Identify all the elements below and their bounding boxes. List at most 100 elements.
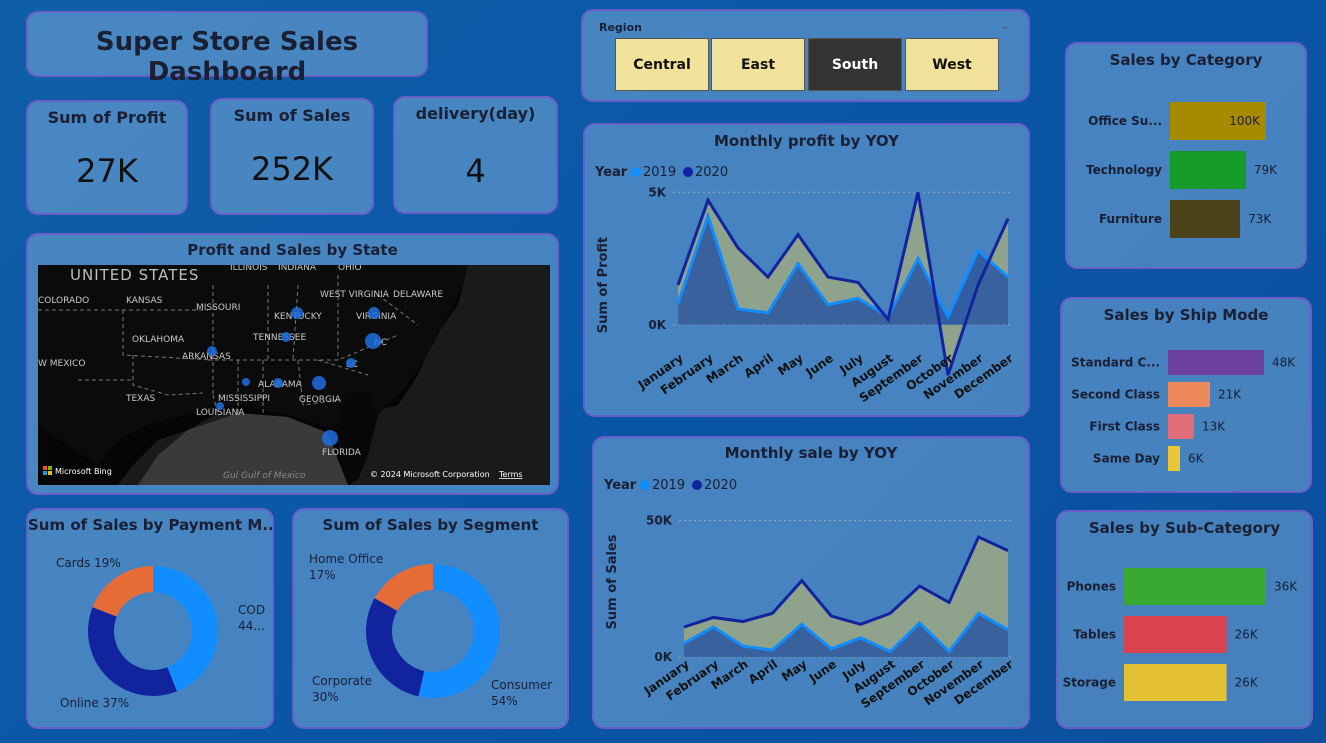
kpi-sales-label: Sum of Sales (233, 106, 351, 125)
pie-label: 30% (312, 690, 339, 704)
map-state-label: TENNESSEE (252, 333, 306, 343)
bar-category-label: Standard C... (1071, 356, 1160, 370)
page-title: Super Store Sales Dashboard (95, 27, 359, 87)
category-chart-svg: Office Su... 100K Technology 79K Furniture 73… (1086, 102, 1278, 238)
map-terms-link[interactable]: Terms (498, 470, 523, 479)
payment-chart-svg: COD 44... Online 37% Cards 19% (56, 556, 265, 710)
legend-item[interactable]: 2020 (704, 478, 737, 493)
map-state-label: ILLINOIS (230, 265, 268, 273)
bar[interactable] (1168, 414, 1194, 439)
bar-value-label: 36K (1274, 580, 1298, 594)
map-state-label: WEST VIRGINIA (320, 290, 390, 300)
region-slicer: Region ⌄ Central East South West (581, 9, 1030, 102)
bar[interactable] (1170, 151, 1246, 189)
bar-value-label: 21K (1218, 388, 1242, 402)
map-state-label: ARKANSAS (182, 352, 231, 362)
pie-slice[interactable] (88, 607, 177, 696)
bar-value-label: 6K (1188, 452, 1205, 466)
chevron-down-icon[interactable]: ⌄ (1001, 19, 1010, 32)
bar[interactable] (1168, 350, 1264, 375)
x-tick-label: June (806, 657, 839, 686)
map-state-label: OKLAHOMA (132, 335, 185, 345)
pie-slice[interactable] (366, 598, 425, 697)
bar[interactable] (1168, 382, 1210, 407)
map-bubble[interactable] (242, 378, 250, 386)
bar[interactable] (1170, 200, 1241, 238)
map-canvas[interactable]: UNITED STATES ILLINOIS INDIANA OHIO KANS… (38, 265, 550, 485)
map-bubble[interactable] (216, 402, 224, 410)
pie-label: COD (238, 603, 265, 617)
map-bubble[interactable] (273, 378, 283, 388)
map-state-label: GEORGIA (299, 395, 342, 405)
shipmode-chart-svg: Standard C... 48K Second Class 21K First Cla… (1071, 350, 1296, 471)
bar[interactable] (1124, 664, 1227, 701)
bar-category-label: First Class (1089, 420, 1160, 434)
x-tick-label: April (746, 657, 780, 687)
x-tick-label: April (741, 351, 775, 381)
y-tick-label: 0K (648, 318, 666, 332)
map-bubble[interactable] (322, 430, 338, 446)
bar-value-label: 79K (1254, 163, 1278, 177)
pie-label: 17% (309, 568, 336, 582)
subcategory-chart-svg: Phones 36K Tables 26K Storage 26K (1063, 568, 1298, 701)
sales-chart-svg: Year 2019 2020Sum of Sales50K0KJanuaryFebr… (603, 478, 1016, 711)
bar-value-label: 48K (1272, 356, 1296, 370)
map-bubble[interactable] (346, 358, 356, 368)
bar-category-label: Tables (1073, 628, 1116, 642)
map-bubble[interactable] (368, 307, 380, 319)
legend-item[interactable]: 2019 (643, 165, 676, 180)
map-water-label: Gul Gulf of Mexico (223, 471, 306, 481)
region-option-south[interactable]: South (808, 38, 902, 91)
region-option-east[interactable]: East (711, 38, 805, 91)
y-tick-label: 5K (648, 185, 666, 199)
bar-category-label: Furniture (1099, 212, 1162, 226)
map-bubble[interactable] (281, 332, 291, 342)
bar-category-label: Storage (1063, 676, 1116, 690)
map-attribution: © 2024 Microsoft Corporation (370, 470, 490, 479)
legend-marker (631, 167, 641, 177)
region-option-central[interactable]: Central (615, 38, 709, 91)
bar[interactable] (1124, 568, 1266, 605)
profit-chart-svg: Year 2019 2020Sum of Profit5K0KJanuaryFebr… (594, 165, 1016, 405)
y-axis-label: Sum of Profit (596, 237, 611, 334)
pie-label: Corporate (312, 674, 372, 688)
kpi-delivery-card: delivery(day) 4 (393, 96, 558, 214)
profit-chart-card: Monthly profit by YOY Year 2019 2020 Sum of… (583, 123, 1030, 417)
map-state-label: OHIO (338, 265, 362, 273)
bar-value-label: 73K (1248, 212, 1272, 226)
map-state-label: MISSOURI (196, 303, 240, 313)
pie-label: Consumer (491, 678, 552, 692)
legend-item[interactable]: 2020 (695, 165, 728, 180)
map-title: Profit and Sales by State (187, 241, 398, 259)
legend-marker (640, 480, 650, 490)
bar-category-label: Office Su... (1088, 114, 1162, 128)
segment-chart-svg: Consumer 54% Corporate 30% Home Office 17% (309, 552, 552, 708)
pie-slice[interactable] (92, 566, 153, 617)
bar-value-label: 26K (1235, 628, 1259, 642)
map-bubble[interactable] (312, 376, 326, 390)
pie-label: Home Office (309, 552, 383, 566)
pie-label: Cards 19% (56, 556, 121, 570)
map-bubble[interactable] (365, 333, 381, 349)
bar[interactable] (1168, 446, 1180, 471)
legend-marker (683, 167, 693, 177)
map-bubble[interactable] (207, 346, 217, 356)
bar-value-label: 13K (1202, 420, 1226, 434)
kpi-sales-value: 252K (250, 150, 334, 188)
map-state-label: MISSISSIPPI (218, 394, 270, 404)
map-bubble[interactable] (291, 307, 303, 319)
kpi-profit-card: Sum of Profit 27K (26, 100, 188, 215)
map-card: Profit and Sales by State UNITED STATES (26, 233, 559, 495)
map-state-label: W MEXICO (38, 359, 85, 369)
svg-text:Microsoft Bing: Microsoft Bing (55, 467, 112, 476)
map-country-label: UNITED STATES (70, 266, 199, 284)
map-state-label: KANSAS (126, 296, 163, 306)
pie-label: 44... (238, 619, 265, 633)
bar[interactable] (1124, 616, 1227, 653)
category-card: Sales by Category Office Su... 100K Techno… (1065, 42, 1307, 269)
payment-card: Sum of Sales by Payment M... COD 44... Onl… (26, 508, 274, 729)
region-option-west[interactable]: West (905, 38, 999, 91)
legend-item[interactable]: 2019 (652, 478, 685, 493)
bar-value-label: 26K (1235, 676, 1259, 690)
x-tick-label: May (779, 657, 810, 684)
